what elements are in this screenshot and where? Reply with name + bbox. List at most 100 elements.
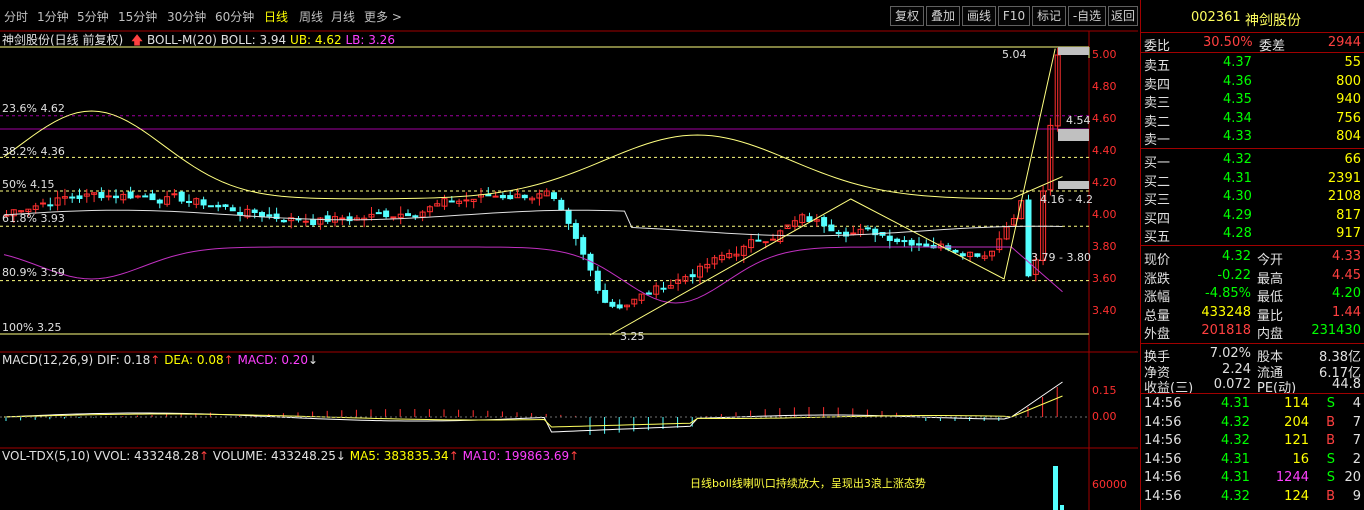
- candle-body: [602, 289, 609, 303]
- vol-params: VOL-TDX(5,10): [2, 449, 91, 463]
- candle-body: [507, 195, 514, 200]
- macd-dea: DEA: 0.08: [164, 353, 224, 367]
- candle-body: [259, 212, 265, 218]
- candle-body: [689, 274, 696, 278]
- f10-button[interactable]: F10: [998, 6, 1030, 26]
- mark-button[interactable]: 标记: [1032, 6, 1066, 26]
- volume-bar: [1060, 505, 1064, 510]
- candle-body: [156, 199, 163, 204]
- ask-row[interactable]: 卖一 4.33 804: [1141, 129, 1364, 148]
- bid-row[interactable]: 买一 4.32 66: [1141, 152, 1364, 171]
- boll-mid-value: BOLL: 3.94: [220, 33, 287, 47]
- vol-ma10: MA10: 199863.69: [462, 449, 570, 463]
- fib-level-382: 38.2% 4.36: [2, 145, 65, 158]
- candle-body: [215, 204, 222, 208]
- tab-more[interactable]: 更多 >: [364, 8, 402, 25]
- candle-body: [302, 220, 309, 223]
- price-tick: 4.80: [1092, 80, 1117, 93]
- candle-body: [835, 232, 842, 235]
- fuquan-button[interactable]: 复权: [890, 6, 924, 26]
- candle-body: [69, 196, 76, 199]
- back-button[interactable]: 返回: [1108, 6, 1138, 26]
- candle-body: [339, 217, 346, 220]
- candle-body: [572, 223, 579, 239]
- ask-row[interactable]: 卖三 4.35 940: [1141, 92, 1364, 111]
- bid-row[interactable]: 买五 4.28 917: [1141, 226, 1364, 245]
- tab-monthly[interactable]: 月线: [331, 8, 355, 25]
- vol-header: VOL-TDX(5,10) VVOL: 433248.28↑ VOLUME: 4…: [2, 449, 579, 463]
- candle-body: [375, 212, 382, 215]
- weibi-row: 委比 30.50% 委差 2944: [1144, 35, 1361, 54]
- right-price-label: 4.54: [1066, 114, 1091, 127]
- candle-body: [463, 199, 470, 202]
- ask-row[interactable]: 卖五 4.37 55: [1141, 55, 1364, 74]
- stock-name: 神剑股份: [1245, 13, 1301, 29]
- candle-body: [200, 199, 207, 206]
- fund-row: 净资 2.24 流通 6.17亿: [1144, 361, 1361, 381]
- candle-body: [850, 232, 857, 235]
- candle-body: [558, 199, 565, 211]
- bid-row[interactable]: 买二 4.31 2391: [1141, 171, 1364, 190]
- tick-row: 14:56 4.31 114 S 4: [1144, 396, 1361, 411]
- candle-body: [310, 219, 317, 226]
- fund-row: 收益(三) 0.072 PE(动) 44.8: [1144, 377, 1361, 396]
- price-highlight-box: [1058, 181, 1089, 189]
- price-tick: 4.00: [1092, 208, 1117, 221]
- macd-dea-line: [3, 395, 1063, 428]
- tab-60min[interactable]: 60分钟: [215, 8, 254, 25]
- candle-body: [1025, 199, 1032, 277]
- macd-tick: 0.00: [1092, 410, 1117, 423]
- boll-header: 神剑股份(日线 前复权) 🡅 BOLL-M(20) BOLL: 3.94 UB:…: [2, 31, 395, 52]
- candle-body: [864, 227, 871, 230]
- tab-daily[interactable]: 日线: [264, 8, 288, 25]
- tab-1min[interactable]: 1分钟: [37, 8, 69, 25]
- candle-body: [448, 200, 455, 203]
- fib-level-236: 23.6% 4.62: [2, 102, 65, 115]
- bid-row[interactable]: 买三 4.30 2108: [1141, 189, 1364, 208]
- price-tick: 4.20: [1092, 176, 1117, 189]
- vol-volume: VOLUME: 433248.25: [212, 449, 336, 463]
- macd-tick: 0.15: [1092, 384, 1117, 397]
- tick-row: 14:56 4.32 204 B 7: [1144, 414, 1361, 430]
- candle-body: [149, 193, 156, 201]
- candle-body: [98, 192, 105, 199]
- boll-ub-value: UB: 4.62: [290, 33, 342, 47]
- vol-tick: 60000: [1092, 478, 1127, 491]
- candle-body: [952, 249, 959, 253]
- candle-body: [959, 253, 966, 257]
- candle-body: [412, 215, 419, 218]
- candle-body: [923, 243, 930, 248]
- macd-header: MACD(12,26,9) DIF: 0.18↑ DEA: 0.08↑ MACD…: [2, 353, 318, 367]
- overlay-button[interactable]: 叠加: [926, 6, 960, 26]
- candle-body: [886, 235, 893, 241]
- kline-chart[interactable]: [0, 0, 1138, 510]
- remove-watchlist-button[interactable]: -自选: [1068, 6, 1106, 26]
- ask-row[interactable]: 卖二 4.34 756: [1141, 111, 1364, 130]
- fib-level-618: 61.8% 3.93: [2, 212, 65, 225]
- candle-body: [974, 253, 981, 257]
- price-tick: 4.40: [1092, 144, 1117, 157]
- candle-body: [186, 201, 192, 204]
- analysis-annotation: 日线boll线喇叭口持续放大，呈现出3浪上涨态势: [690, 477, 926, 490]
- bid-row[interactable]: 买四 4.29 817: [1141, 208, 1364, 227]
- tab-weekly[interactable]: 周线: [299, 8, 323, 25]
- candle-body: [76, 195, 83, 199]
- boll-mid-band: [3, 209, 1063, 237]
- quote-panel: 002361 神剑股份 委比 30.50% 委差 2944 卖五 4.37 55…: [1140, 0, 1364, 510]
- tab-5min[interactable]: 5分钟: [77, 8, 109, 25]
- boll-upper-band: [3, 110, 1063, 200]
- range-label-upper: 4.16 - 4.2: [1040, 193, 1093, 206]
- tab-15min[interactable]: 15分钟: [118, 8, 157, 25]
- vvol-up-arrow-icon: ↑: [198, 449, 210, 463]
- candle-body: [280, 220, 287, 223]
- boll-lb-value: LB: 3.26: [345, 33, 395, 47]
- candle-body: [251, 209, 258, 214]
- tab-30min[interactable]: 30分钟: [167, 8, 206, 25]
- draw-line-button[interactable]: 画线: [962, 6, 996, 26]
- stat-row: 涨跌 -0.22 最高 4.45: [1144, 267, 1361, 287]
- candle-body: [551, 192, 557, 200]
- ask-row[interactable]: 卖四 4.36 800: [1141, 74, 1364, 93]
- tab-fenshi[interactable]: 分时: [4, 8, 28, 25]
- price-highlight-box: [1058, 47, 1089, 55]
- boll-params: BOLL-M(20): [147, 33, 217, 47]
